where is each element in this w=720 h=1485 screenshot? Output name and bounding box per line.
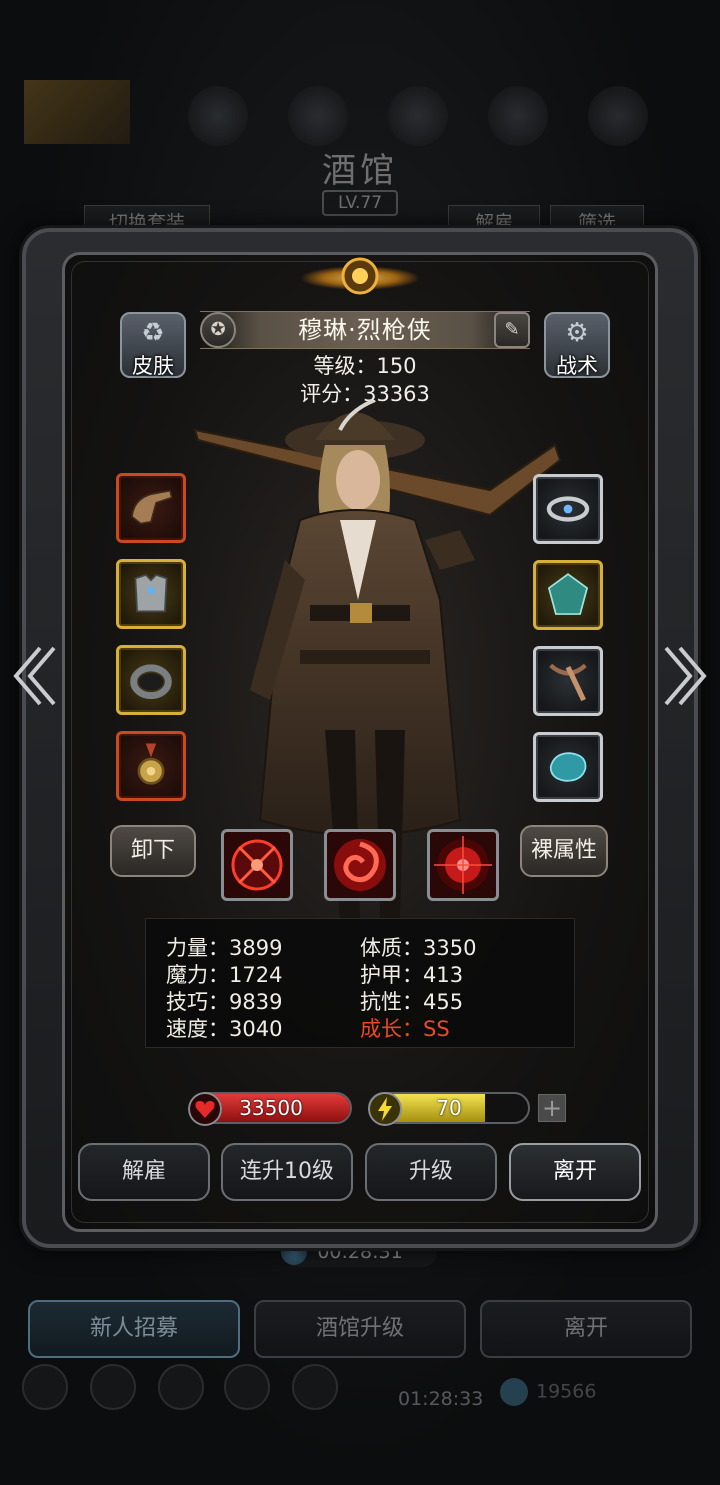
stat-magic: 魔力：1724 [166,963,283,987]
previous-hero-arrow-icon[interactable] [10,644,58,708]
pistol-icon [131,489,173,525]
bracelet-icon [546,496,590,522]
nav-icon [292,1364,338,1410]
stat-constitution: 体质：3350 [360,936,477,960]
coin-counter: 19566 [500,1378,596,1406]
stat-strength: 力量：3899 [166,936,283,960]
ring-icon [130,664,172,700]
stat-skill: 技巧：9839 [166,990,283,1014]
gem-slot[interactable] [533,560,603,630]
leave-tavern-button: 离开 [480,1300,692,1358]
stat-speed: 速度：3040 [166,1017,283,1041]
gear-icon: ⚙ [565,318,589,348]
coin-count-text: 19566 [536,1380,597,1403]
shirt-icon: ♻ [141,318,165,348]
armor-slot[interactable] [116,559,186,629]
tactics-button[interactable]: ⚙ 战术 [544,312,610,378]
recruit-button: 新人招募 [28,1300,240,1358]
nav-icon [22,1364,68,1410]
stone-icon [549,752,587,782]
hero-name: 穆琳·烈枪侠 [298,316,432,344]
edit-name-icon[interactable]: ✎ [494,312,530,348]
leave-button[interactable]: 离开 [509,1143,641,1201]
crossbow-icon [549,663,587,702]
upgrade-tavern-button: 酒馆升级 [254,1300,466,1358]
nav-icon [158,1364,204,1410]
crosshair-skill-icon[interactable] [221,829,293,901]
ring-slot[interactable] [116,645,186,715]
menu-icon [588,86,648,146]
menu-icon [388,86,448,146]
crossbow-slot[interactable] [533,646,603,716]
bottom-timer: 01:28:33 [398,1388,484,1410]
skin-button[interactable]: ♻ 皮肤 [120,312,186,378]
skin-label: 皮肤 [132,354,174,378]
base-attributes-button[interactable]: 裸属性 [520,825,608,877]
bracelet-slot[interactable] [533,474,603,544]
tavern-title: 酒馆 [322,151,398,191]
unequip-button[interactable]: 卸下 [110,825,196,877]
level-up-10-button[interactable]: 连升10级 [221,1143,353,1201]
gem-icon [547,573,589,615]
heart-icon [188,1092,222,1126]
stat-armor: 护甲：413 [360,963,464,987]
hero-level: 等级：150 [313,354,417,378]
emblem-icon [300,257,420,295]
stat-growth: 成长：SS [360,1017,450,1041]
pistol-slot[interactable] [116,473,186,543]
level-up-button[interactable]: 升级 [365,1143,497,1201]
menu-icon [488,86,548,146]
add-energy-button[interactable]: + [538,1094,566,1122]
vortex-skill-icon[interactable] [324,829,396,901]
menu-icon [188,86,248,146]
corner-badge-icon [24,80,130,144]
coin-icon [500,1378,528,1406]
badge-icon[interactable]: ✪ [200,312,236,348]
medal-slot[interactable] [116,731,186,801]
menu-icon [288,86,348,146]
nav-icon [90,1364,136,1410]
target-skill-icon[interactable] [427,829,499,901]
nav-icon [224,1364,270,1410]
lightning-icon [368,1092,402,1126]
dismiss-button[interactable]: 解雇 [78,1143,210,1201]
stone-slot[interactable] [533,732,603,802]
medal-icon [137,743,165,785]
tactics-label: 战术 [556,354,598,378]
armor-icon [134,573,168,613]
next-hero-arrow-icon[interactable] [662,644,710,708]
tavern-level: LV.77 [322,190,398,216]
stat-resistance: 抗性：455 [360,990,464,1014]
